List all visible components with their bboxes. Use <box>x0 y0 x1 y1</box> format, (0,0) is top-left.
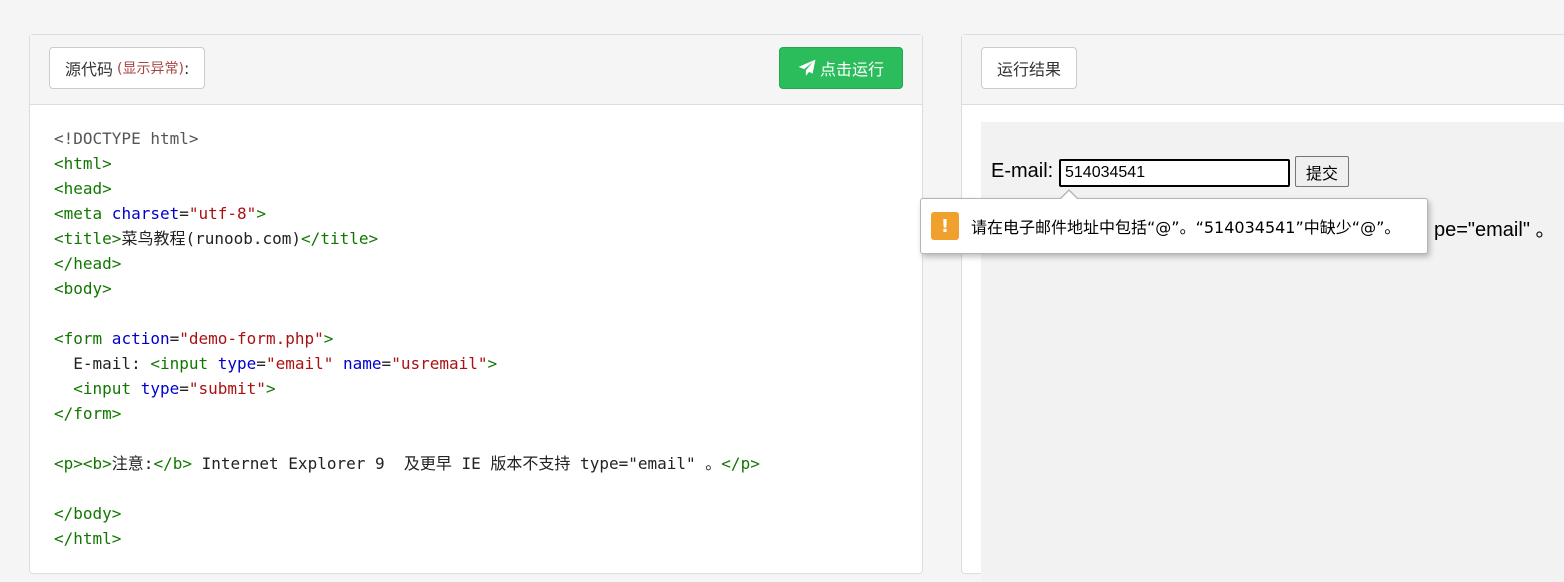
source-panel-header: 源代码 (显示异常) : 点击运行 <box>30 35 922 105</box>
code-token: "utf-8" <box>188 204 257 223</box>
source-code-title: 源代码 <box>65 60 114 79</box>
code-token: <meta <box>54 204 103 223</box>
code-token: <input <box>73 379 132 398</box>
code-token: <html> <box>54 154 112 173</box>
code-editor[interactable]: <!DOCTYPE html> <html> <head> <meta char… <box>54 126 760 551</box>
code-token: <input <box>150 354 209 373</box>
code-token: name <box>333 354 382 373</box>
code-token: > <box>265 379 276 398</box>
code-token: <p><b> <box>54 454 112 473</box>
warning-icon: ! <box>931 212 959 240</box>
code-token: </b> <box>153 454 192 473</box>
code-token: "usremail" <box>391 354 488 373</box>
result-tab[interactable]: 运行结果 <box>981 47 1078 89</box>
code-token: </head> <box>54 254 122 273</box>
paper-plane-icon <box>798 59 816 76</box>
code-token: = <box>256 354 266 373</box>
code-token: </html> <box>54 529 122 548</box>
display-error-hint[interactable]: (显示异常) <box>117 58 184 78</box>
email-label: E-mail: <box>991 160 1054 182</box>
code-token: = <box>381 354 392 373</box>
code-token: <body> <box>54 279 112 298</box>
code-token: <!DOCTYPE html> <box>54 129 199 148</box>
code-token: = <box>169 329 180 348</box>
code-token: </title> <box>301 229 379 248</box>
source-code-tab[interactable]: 源代码 (显示异常) : <box>49 47 206 89</box>
run-button[interactable]: 点击运行 <box>779 47 903 89</box>
code-token: type <box>208 354 257 373</box>
result-panel: 运行结果 E-mail: 提交 pe="email" 。 <box>961 34 1564 582</box>
code-token: </form> <box>54 404 122 423</box>
code-token: </p> <box>721 454 760 473</box>
result-panel-header: 运行结果 <box>962 35 1564 105</box>
code-token: <head> <box>54 179 112 198</box>
email-input[interactable] <box>1059 159 1290 187</box>
code-token: 菜鸟教程(runoob.com) <box>121 229 302 248</box>
code-token: E-mail: <box>54 354 151 373</box>
code-token: <title> <box>54 229 122 248</box>
code-token: Internet Explorer 9 及更早 IE 版本不支持 type="e… <box>191 454 722 473</box>
code-token: = <box>179 204 189 223</box>
note-paragraph: pe="email" 。 <box>1434 219 1556 241</box>
run-button-label: 点击运行 <box>819 60 884 79</box>
code-token: "demo-form.php" <box>179 329 324 348</box>
code-token: = <box>179 379 189 398</box>
submit-button[interactable]: 提交 <box>1295 156 1349 187</box>
tooltip-arrow-inner <box>1060 191 1078 200</box>
result-title: 运行结果 <box>997 60 1062 79</box>
code-token: > <box>256 204 266 223</box>
code-token: "email" <box>265 354 334 373</box>
tooltip-message: 请在电子邮件地址中包括“@”。“514034541”中缺少“@”。 <box>971 218 1401 237</box>
code-token: > <box>487 354 498 373</box>
code-token: <form <box>54 329 103 348</box>
code-token: </body> <box>54 504 122 523</box>
source-code-colon: : <box>183 58 190 78</box>
source-code-panel: 源代码 (显示异常) : 点击运行 <!DOCTYPE html> <html>… <box>29 34 923 574</box>
code-token: action <box>102 329 170 348</box>
code-token: "submit" <box>188 379 266 398</box>
validation-tooltip: ! 请在电子邮件地址中包括“@”。“514034541”中缺少“@”。 <box>920 189 1428 254</box>
code-token: 注意: <box>111 454 154 473</box>
code-token: charset <box>102 204 180 223</box>
code-token: type <box>131 379 180 398</box>
code-token: > <box>323 329 334 348</box>
